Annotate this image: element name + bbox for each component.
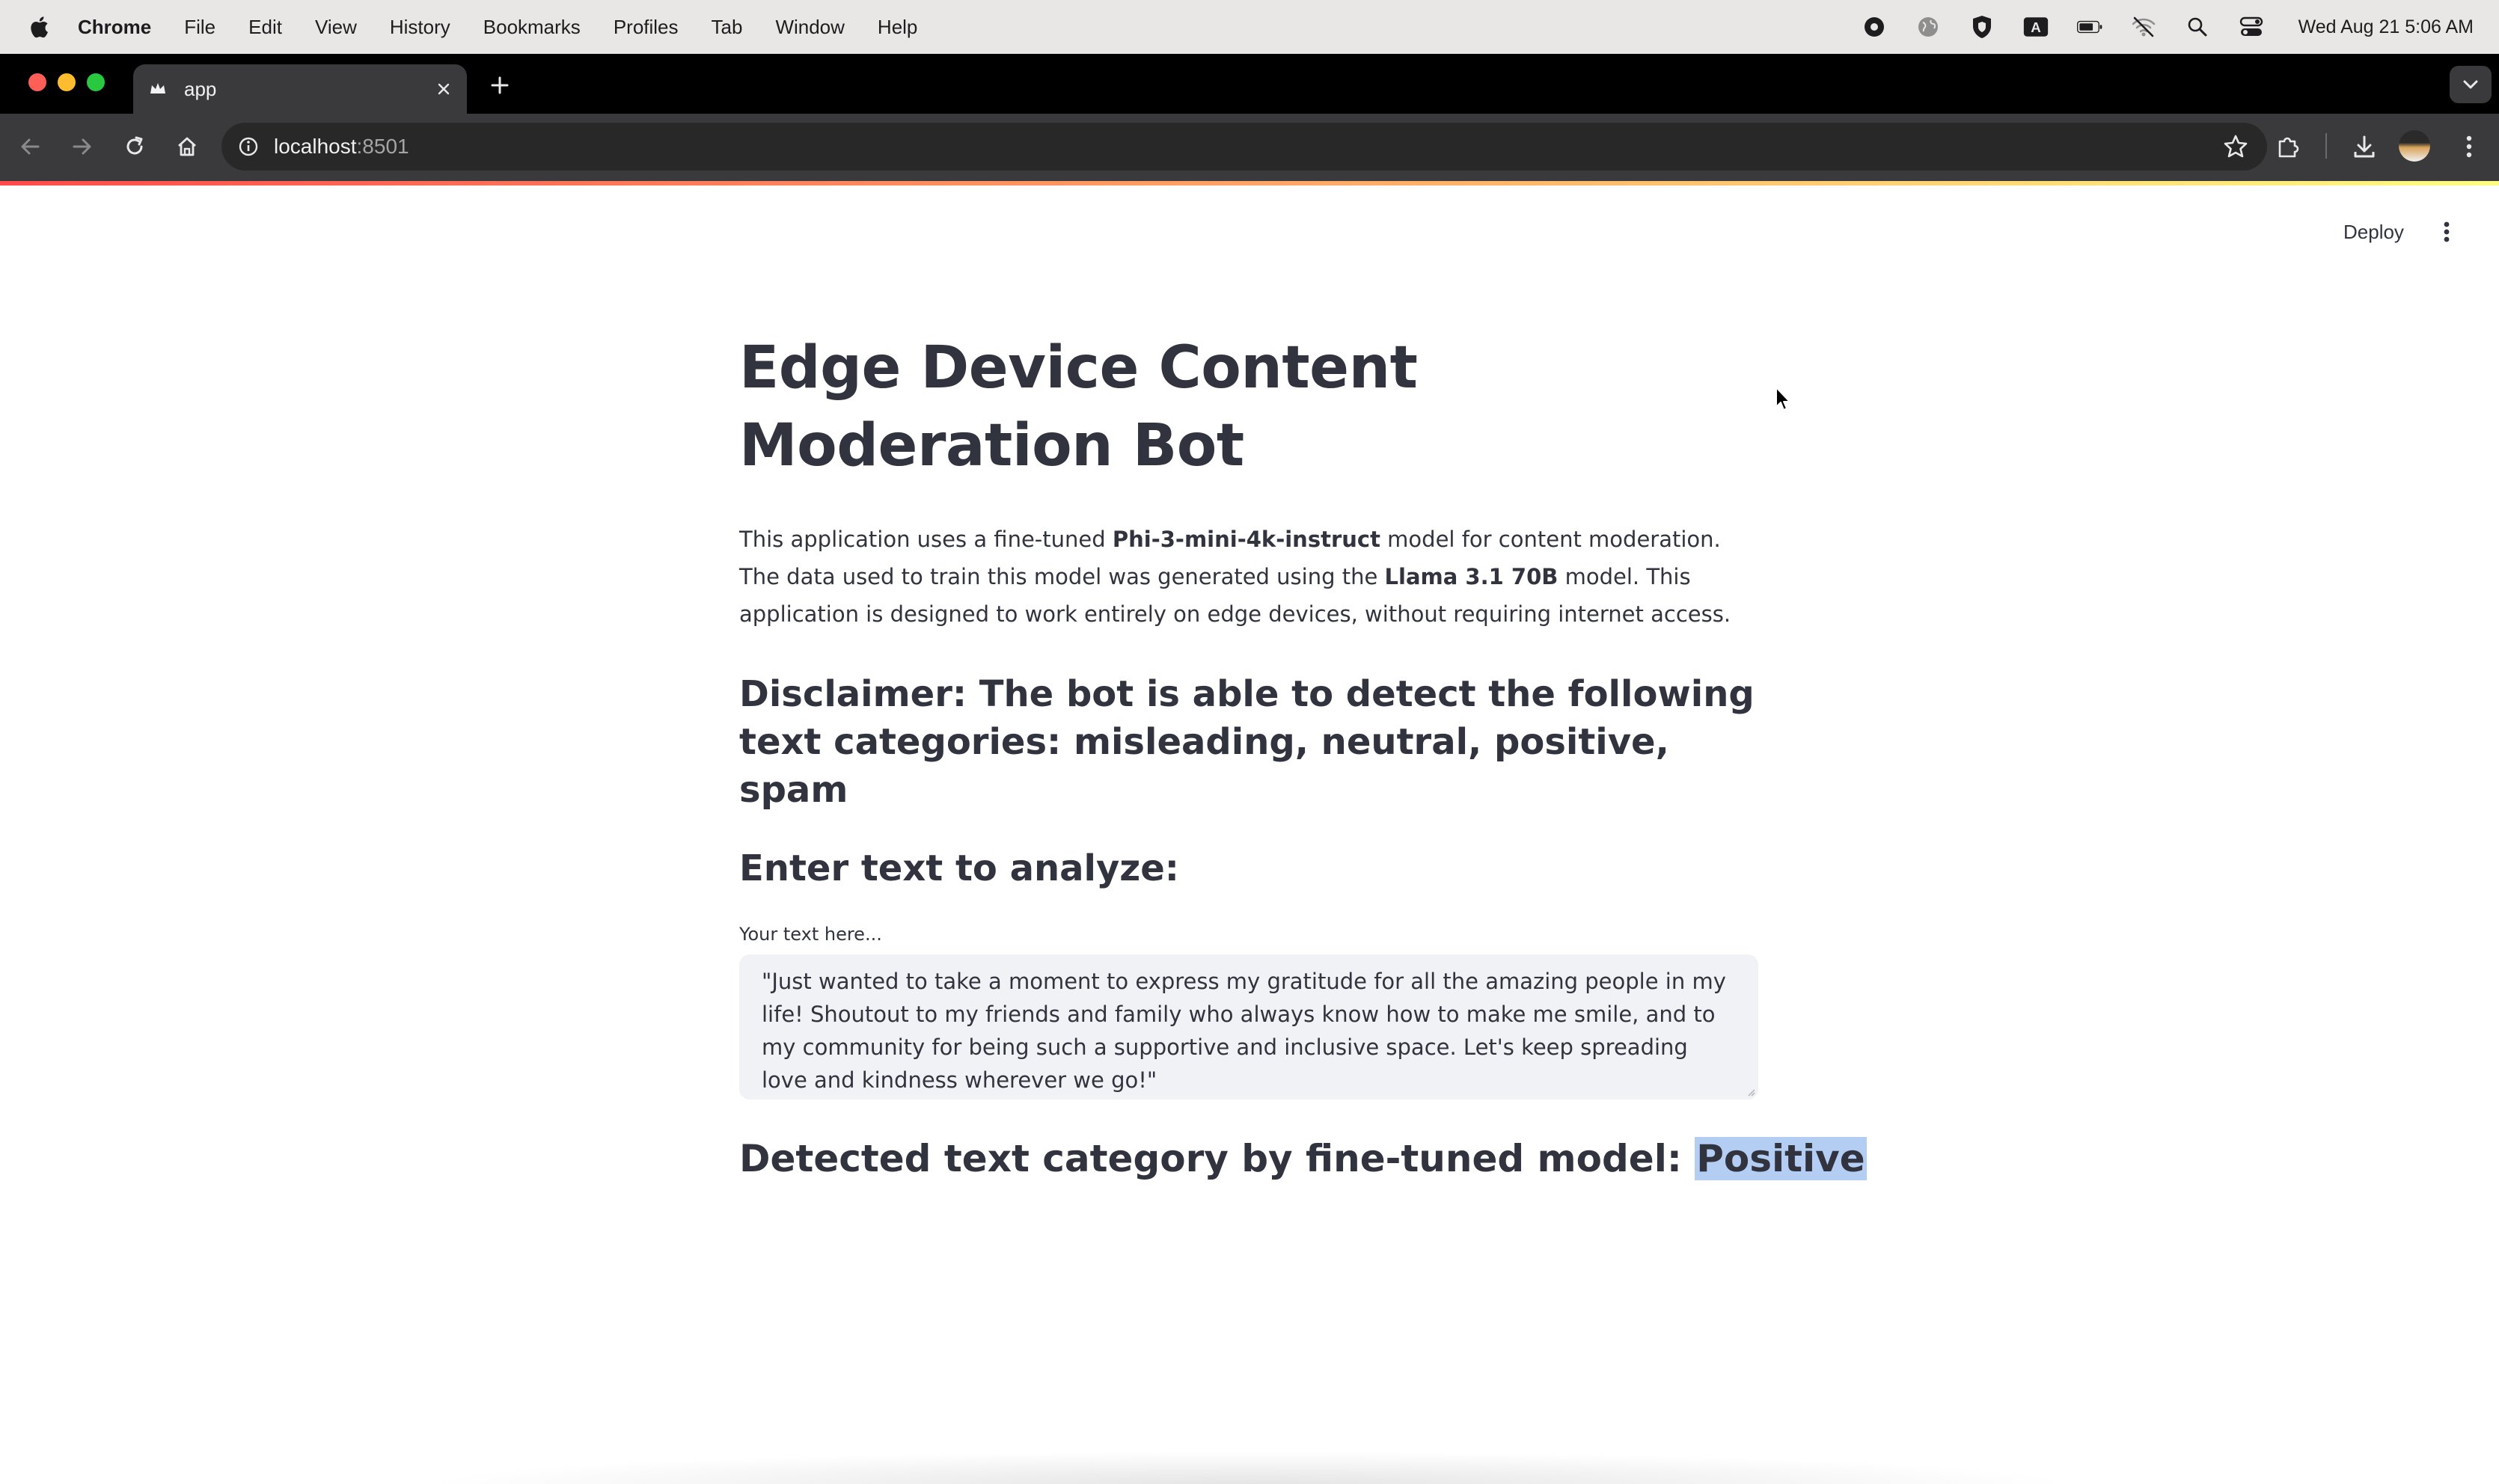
- apple-logo-icon[interactable]: [27, 14, 49, 40]
- profile-avatar[interactable]: [2399, 130, 2430, 162]
- tab-search-chevron-icon[interactable]: [2450, 66, 2492, 103]
- site-info-icon[interactable]: [238, 136, 259, 157]
- shield-icon[interactable]: [1969, 14, 1995, 40]
- bottom-fade: [419, 1451, 2080, 1484]
- streamlit-decoration-bar: [0, 181, 2499, 186]
- control-center-icon[interactable]: [2239, 14, 2264, 40]
- extensions-puzzle-icon[interactable]: [2270, 129, 2306, 165]
- menu-bookmarks[interactable]: Bookmarks: [483, 16, 581, 39]
- intro-text-1: This application uses a fine-tuned: [739, 527, 1113, 552]
- intro-model-phi3: Phi-3-mini-4k-instruct: [1112, 527, 1380, 552]
- text-input-label: Your text here...: [739, 924, 882, 945]
- wifi-off-icon[interactable]: [2131, 14, 2156, 40]
- window-close-button[interactable]: [28, 73, 46, 91]
- text-input-value: "Just wanted to take a moment to express…: [762, 969, 1726, 1093]
- spotlight-icon[interactable]: [2185, 14, 2210, 40]
- home-icon[interactable]: [169, 129, 205, 165]
- downloads-icon[interactable]: [2346, 129, 2382, 165]
- menu-history[interactable]: History: [390, 16, 450, 39]
- menu-edit[interactable]: Edit: [248, 16, 282, 39]
- menu-view[interactable]: View: [315, 16, 357, 39]
- menu-tab[interactable]: Tab: [712, 16, 743, 39]
- page-title: Edge Device Content Moderation Bot: [739, 334, 1418, 479]
- intro-paragraph: This application uses a fine-tuned Phi-3…: [739, 521, 1758, 633]
- back-arrow-icon[interactable]: [12, 129, 48, 165]
- app-menu-kebab-icon[interactable]: [2432, 217, 2462, 247]
- globe-icon[interactable]: [1915, 14, 1941, 40]
- result-category: Positive: [1695, 1137, 1867, 1180]
- deploy-button[interactable]: Deploy: [2325, 211, 2422, 253]
- mouse-pointer-icon: [1775, 387, 1790, 411]
- menu-profiles[interactable]: Profiles: [614, 16, 679, 39]
- bookmark-star-icon[interactable]: [2222, 133, 2249, 160]
- menu-file[interactable]: File: [184, 16, 215, 39]
- record-icon[interactable]: [1862, 14, 1887, 40]
- enter-text-heading: Enter text to analyze:: [739, 847, 1179, 889]
- intro-model-llama: Llama 3.1 70B: [1384, 564, 1559, 589]
- keyboard-a-icon[interactable]: A: [2023, 14, 2049, 40]
- toolbar-separator: [2325, 133, 2327, 159]
- reload-icon[interactable]: [117, 129, 153, 165]
- tab-app[interactable]: app: [133, 64, 467, 114]
- result-prefix: Detected text category by fine-tuned mod…: [739, 1137, 1695, 1180]
- macos-menu-bar: Chrome File Edit View History Bookmarks …: [0, 0, 2499, 54]
- result-heading: Detected text category by fine-tuned mod…: [739, 1132, 1867, 1185]
- chrome-menu-kebab-icon[interactable]: [2451, 129, 2487, 165]
- new-tab-plus-icon[interactable]: [485, 70, 515, 100]
- menu-app-chrome[interactable]: Chrome: [78, 16, 151, 39]
- battery-icon[interactable]: [2076, 14, 2102, 40]
- url-host: localhost: [274, 135, 357, 158]
- svg-text:A: A: [2031, 19, 2041, 35]
- window-minimize-button[interactable]: [58, 73, 76, 91]
- streamlit-crown-icon: [150, 83, 165, 93]
- text-input-area[interactable]: "Just wanted to take a moment to express…: [739, 954, 1758, 1100]
- menubar-clock[interactable]: Wed Aug 21 5:06 AM: [2298, 16, 2474, 38]
- disclaimer-heading: Disclaimer: The bot is able to detect th…: [739, 673, 1755, 811]
- menu-window[interactable]: Window: [775, 16, 844, 39]
- tab-close-icon[interactable]: [431, 76, 456, 102]
- address-bar[interactable]: localhost:8501: [221, 123, 2267, 171]
- tab-title: app: [184, 77, 217, 100]
- menu-help[interactable]: Help: [878, 16, 917, 39]
- url-port: :8501: [356, 135, 409, 158]
- main-content: Edge Device Content Moderation Bot This …: [739, 329, 1867, 1185]
- window-zoom-button[interactable]: [87, 73, 105, 91]
- resize-handle-icon[interactable]: [1745, 1086, 1755, 1097]
- forward-arrow-icon[interactable]: [64, 129, 100, 165]
